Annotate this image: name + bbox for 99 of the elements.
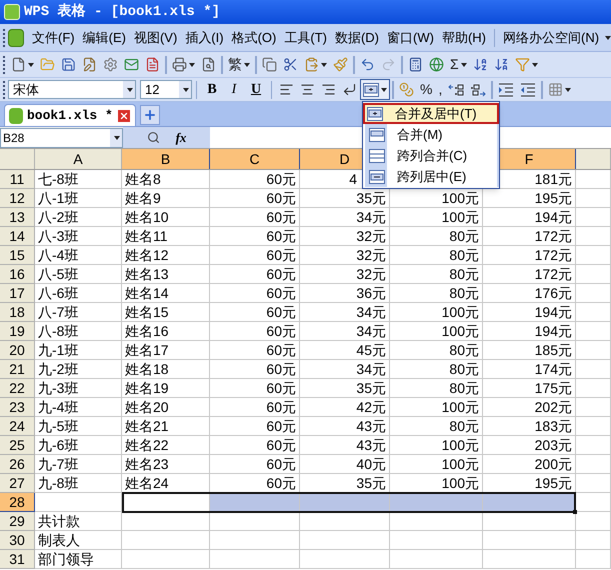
table-cell: 八-5班 <box>35 265 122 284</box>
table-cell: 姓名18 <box>122 360 210 379</box>
table-cell: 60元 <box>210 436 300 455</box>
table-cell: 姓名9 <box>122 189 210 208</box>
table-cell: 60元 <box>210 360 300 379</box>
window-title: WPS 表格 - [book1.xls *] <box>24 2 220 22</box>
table-cell: 176元 <box>483 284 576 303</box>
table-cell: 姓名14 <box>122 284 210 303</box>
table-cell: 194元 <box>483 322 576 341</box>
table-cell: 35元 <box>300 379 390 398</box>
table-cell: 80元 <box>390 417 483 436</box>
table-cell: 60元 <box>210 322 300 341</box>
table-cell: 100元 <box>390 398 483 417</box>
table-cell: 60元 <box>210 341 300 360</box>
table-cell: 姓名20 <box>122 398 210 417</box>
table-cell: 60元 <box>210 208 300 227</box>
table-cell: 195元 <box>483 189 576 208</box>
table-cell: 60元 <box>210 379 300 398</box>
table-cell: 八-6班 <box>35 284 122 303</box>
table-cell: 九-1班 <box>35 341 122 360</box>
table-cell: 姓名13 <box>122 265 210 284</box>
table-cell: 194元 <box>483 303 576 322</box>
table-cell: 姓名11 <box>122 227 210 246</box>
table-cell: 42元 <box>300 398 390 417</box>
table-cell: 100元 <box>390 436 483 455</box>
table-cell: 203元 <box>483 436 576 455</box>
table-cell: 姓名22 <box>122 436 210 455</box>
table-cell: 七-8班 <box>35 170 122 189</box>
table-cell: 九-3班 <box>35 379 122 398</box>
table-cell: 姓名17 <box>122 341 210 360</box>
table-cell: 34元 <box>300 303 390 322</box>
table-cell: 八-7班 <box>35 303 122 322</box>
table-cell: 80元 <box>390 246 483 265</box>
table-cell: 九-7班 <box>35 455 122 474</box>
table-cell: 172元 <box>483 227 576 246</box>
table-cell: 40元 <box>300 455 390 474</box>
table-cell: 80元 <box>390 379 483 398</box>
table-cell: 34元 <box>300 360 390 379</box>
table-cell: 80元 <box>390 284 483 303</box>
table-cell: 34元 <box>300 208 390 227</box>
table-cell: 80元 <box>390 360 483 379</box>
table-cell: 35元 <box>300 189 390 208</box>
table-cell: 八-8班 <box>35 322 122 341</box>
table-cell: 100元 <box>390 303 483 322</box>
table-cell: 姓名8 <box>122 170 210 189</box>
table-cell: 八-4班 <box>35 246 122 265</box>
table-cell: 九-4班 <box>35 398 122 417</box>
table-cell: 姓名15 <box>122 303 210 322</box>
table-cell: 172元 <box>483 265 576 284</box>
table-cell: 八-2班 <box>35 208 122 227</box>
table-cell: 36元 <box>300 284 390 303</box>
table-cell: 共计款 <box>35 512 122 531</box>
table-cell: 60元 <box>210 398 300 417</box>
table-cell: 姓名19 <box>122 379 210 398</box>
table-cell: 45元 <box>300 341 390 360</box>
table-cell: 八-3班 <box>35 227 122 246</box>
table-cell: 174元 <box>483 360 576 379</box>
table-cell: 80元 <box>390 341 483 360</box>
table-cell: 34元 <box>300 322 390 341</box>
table-cell: 姓名23 <box>122 455 210 474</box>
table-cell: 175元 <box>483 379 576 398</box>
table-cell: 60元 <box>210 455 300 474</box>
table-cell: 100元 <box>390 455 483 474</box>
table-cell: 60元 <box>210 303 300 322</box>
table-cell: 43元 <box>300 417 390 436</box>
table-cell: 185元 <box>483 341 576 360</box>
table-cell: 九-5班 <box>35 417 122 436</box>
table-cell: 172元 <box>483 246 576 265</box>
table-cell: 60元 <box>210 265 300 284</box>
table-cell: 60元 <box>210 284 300 303</box>
table-cell: 100元 <box>390 322 483 341</box>
table-cell: 80元 <box>390 227 483 246</box>
table-cell: 九-8班 <box>35 474 122 493</box>
table-cell: 姓名21 <box>122 417 210 436</box>
table-cell: 60元 <box>210 417 300 436</box>
table-cell: 姓名16 <box>122 322 210 341</box>
table-cell: 九-6班 <box>35 436 122 455</box>
table-cell: 60元 <box>210 170 300 189</box>
table-cell: 八-1班 <box>35 189 122 208</box>
table-cell: 32元 <box>300 227 390 246</box>
table-cell: 60元 <box>210 189 300 208</box>
table-cell: 100元 <box>390 208 483 227</box>
table-cell: 姓名24 <box>122 474 210 493</box>
table-cell: 43元 <box>300 436 390 455</box>
table-cell: 80元 <box>390 265 483 284</box>
table-cell: 32元 <box>300 246 390 265</box>
table-cell: 60元 <box>210 227 300 246</box>
table-cell: 姓名10 <box>122 208 210 227</box>
table-cell: 制表人 <box>35 531 122 550</box>
table-cell: 60元 <box>210 246 300 265</box>
table-cell: 部门领导 <box>35 550 122 569</box>
table-cell: 100元 <box>390 189 483 208</box>
table-cell: 姓名12 <box>122 246 210 265</box>
table-cell: 202元 <box>483 398 576 417</box>
table-cell: 九-2班 <box>35 360 122 379</box>
table-cell: 194元 <box>483 208 576 227</box>
table-cell: 200元 <box>483 455 576 474</box>
table-cell: 183元 <box>483 417 576 436</box>
table-cell: 32元 <box>300 265 390 284</box>
